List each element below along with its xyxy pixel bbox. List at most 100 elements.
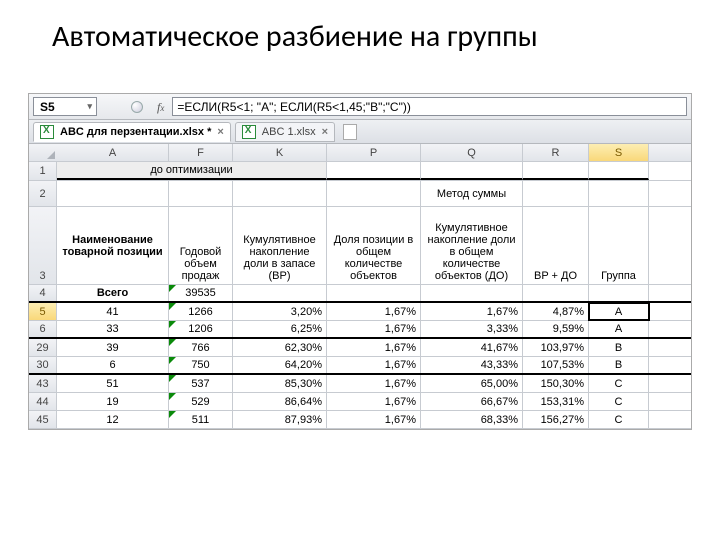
row-number[interactable]: 3 [29, 207, 57, 284]
cell[interactable]: 1,67% [327, 411, 421, 428]
fx-icon[interactable]: fx [151, 94, 170, 119]
cell[interactable]: 766 [169, 339, 233, 356]
row-number[interactable]: 5 [29, 303, 57, 320]
row-number[interactable]: 6 [29, 321, 57, 337]
select-all-corner[interactable] [29, 144, 57, 161]
col-header-R[interactable]: R [523, 144, 589, 161]
cell[interactable]: 87,93% [233, 411, 327, 428]
row-number[interactable]: 45 [29, 411, 57, 428]
cell[interactable]: 86,64% [233, 393, 327, 410]
cell[interactable]: 19 [57, 393, 169, 410]
workbook-tab[interactable]: ABC 1.xlsx × [235, 122, 335, 142]
insert-function-icon[interactable] [131, 101, 143, 113]
cell[interactable]: 3,20% [233, 303, 327, 320]
cell[interactable]: 107,53% [523, 357, 589, 373]
row-number[interactable]: 2 [29, 181, 57, 206]
col-header-A[interactable]: A [57, 144, 169, 161]
cell[interactable]: 66,67% [421, 393, 523, 410]
col-header-S[interactable]: S [589, 144, 649, 161]
name-box[interactable]: S5 [33, 97, 97, 116]
cell[interactable]: B [589, 339, 649, 356]
header-cell[interactable]: Кумулятивное накопление доли в общем кол… [421, 207, 523, 284]
col-header-F[interactable]: F [169, 144, 233, 161]
cell[interactable]: 3,33% [421, 321, 523, 337]
cell[interactable]: C [589, 375, 649, 392]
cell[interactable]: 39 [57, 339, 169, 356]
cell[interactable]: 64,20% [233, 357, 327, 373]
cell[interactable]: 1206 [169, 321, 233, 337]
close-icon[interactable]: × [217, 126, 223, 138]
cell[interactable]: 1,67% [421, 303, 523, 320]
header-cell[interactable]: Доля позиции в общем количестве объектов [327, 207, 421, 284]
new-document-icon[interactable] [343, 124, 357, 140]
cell[interactable]: 9,59% [523, 321, 589, 337]
cell[interactable]: Всего [57, 285, 169, 301]
cell[interactable] [523, 285, 589, 301]
col-header-K[interactable]: K [233, 144, 327, 161]
cell[interactable]: 51 [57, 375, 169, 392]
cell[interactable]: C [589, 393, 649, 410]
cell[interactable]: 6 [57, 357, 169, 373]
cell[interactable]: 12 [57, 411, 169, 428]
col-header-Q[interactable]: Q [421, 144, 523, 161]
cell[interactable]: 537 [169, 375, 233, 392]
cell[interactable]: 33 [57, 321, 169, 337]
cell[interactable]: 750 [169, 357, 233, 373]
col-header-P[interactable]: P [327, 144, 421, 161]
cell[interactable]: 4,87% [523, 303, 589, 320]
cell[interactable]: до оптимизации [57, 162, 327, 180]
row-number[interactable]: 1 [29, 162, 57, 180]
cell[interactable]: 62,30% [233, 339, 327, 356]
cell[interactable] [589, 181, 649, 206]
header-cell[interactable]: Годовой объем продаж [169, 207, 233, 284]
cell[interactable] [233, 285, 327, 301]
row-number[interactable]: 30 [29, 357, 57, 373]
close-icon[interactable]: × [322, 126, 328, 138]
header-cell[interactable]: Кумулятивное накопление доли в запасе (B… [233, 207, 327, 284]
cell[interactable]: 150,30% [523, 375, 589, 392]
cell[interactable]: 1,67% [327, 303, 421, 320]
row-number[interactable]: 43 [29, 375, 57, 392]
cell[interactable]: A [589, 303, 649, 320]
cell[interactable]: 1,67% [327, 357, 421, 373]
cell[interactable]: A [589, 321, 649, 337]
cell[interactable]: 156,27% [523, 411, 589, 428]
cell[interactable]: 41 [57, 303, 169, 320]
cell[interactable]: 103,97% [523, 339, 589, 356]
formula-input[interactable]: =ЕСЛИ(R5<1; "A"; ЕСЛИ(R5<1,45;"B";"C")) [172, 97, 687, 116]
cell[interactable] [523, 181, 589, 206]
cell[interactable] [421, 285, 523, 301]
row-number[interactable]: 29 [29, 339, 57, 356]
cell[interactable]: 511 [169, 411, 233, 428]
cell[interactable]: 1266 [169, 303, 233, 320]
cell[interactable]: Метод суммы [421, 181, 523, 206]
cell[interactable]: 65,00% [421, 375, 523, 392]
workbook-tab-active[interactable]: ABC для перзентации.xlsx * × [33, 122, 231, 142]
cell[interactable] [57, 181, 169, 206]
cell[interactable] [589, 285, 649, 301]
cell[interactable]: C [589, 411, 649, 428]
cell[interactable] [523, 162, 589, 180]
header-cell[interactable]: Группа [589, 207, 649, 284]
cell[interactable]: 85,30% [233, 375, 327, 392]
header-cell[interactable]: BP + ДО [523, 207, 589, 284]
cell[interactable]: 39535 [169, 285, 233, 301]
spreadsheet-grid[interactable]: A F K P Q R S 1 до оптимизации 2 Метод с… [29, 144, 691, 429]
cell[interactable]: 68,33% [421, 411, 523, 428]
header-cell[interactable]: Наименование товарной позиции [57, 207, 169, 284]
cell[interactable] [169, 181, 233, 206]
cell[interactable] [327, 181, 421, 206]
cell[interactable]: 529 [169, 393, 233, 410]
cell[interactable] [327, 162, 421, 180]
cell[interactable]: 1,67% [327, 393, 421, 410]
cell[interactable] [327, 285, 421, 301]
cell[interactable] [233, 181, 327, 206]
row-number[interactable]: 4 [29, 285, 57, 301]
cell[interactable]: B [589, 357, 649, 373]
cell[interactable] [421, 162, 523, 180]
cell[interactable]: 1,67% [327, 321, 421, 337]
cell[interactable] [589, 162, 649, 180]
cell[interactable]: 153,31% [523, 393, 589, 410]
cell[interactable]: 41,67% [421, 339, 523, 356]
cell[interactable]: 1,67% [327, 339, 421, 356]
